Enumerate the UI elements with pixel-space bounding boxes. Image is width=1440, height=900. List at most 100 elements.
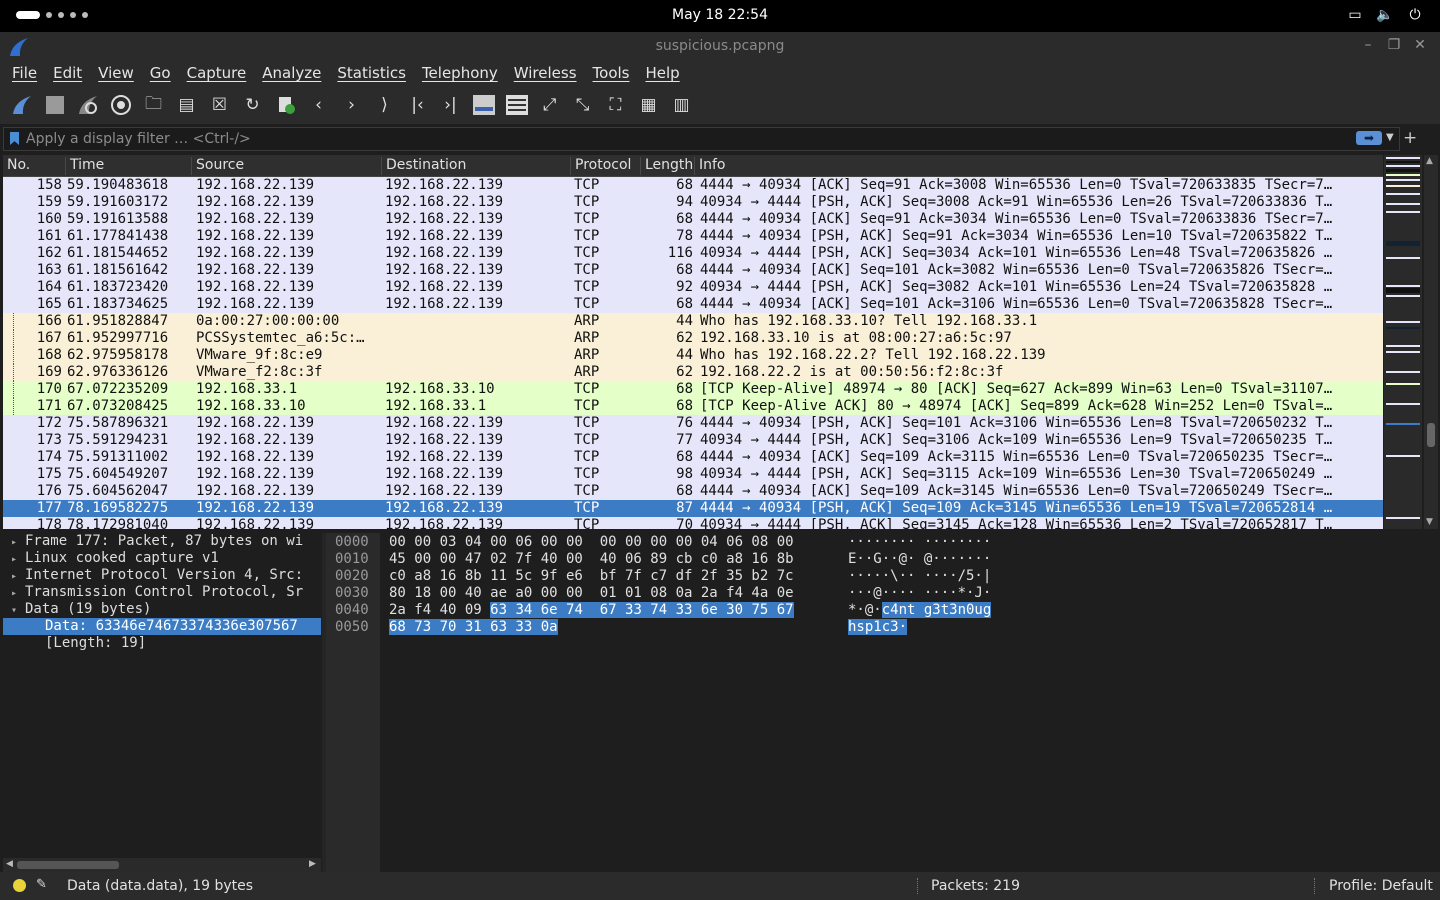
packet-minimap[interactable] bbox=[1384, 155, 1422, 529]
scroll-down-icon[interactable]: ▼ bbox=[1426, 517, 1433, 527]
go-back-icon[interactable]: ‹ bbox=[305, 92, 332, 119]
details-horizontal-scrollbar[interactable]: ◀ ▶ bbox=[3, 858, 321, 872]
go-first-packet-icon[interactable]: |‹ bbox=[404, 92, 431, 119]
expanded-arrow-icon[interactable]: ▾ bbox=[3, 602, 25, 619]
tree-item[interactable]: ▾ Data (19 bytes) bbox=[3, 601, 321, 618]
table-row[interactable]: 164 61.183723420 192.168.22.139 192.168.22.… bbox=[3, 279, 1383, 296]
volume-icon[interactable]: 🔈 bbox=[1376, 6, 1394, 24]
expert-info-icon[interactable] bbox=[13, 879, 26, 892]
table-row[interactable]: 163 61.181561642 192.168.22.139 192.168.22.… bbox=[3, 262, 1383, 279]
tree-item[interactable]: [Length: 19] bbox=[3, 635, 321, 652]
go-last-packet-icon[interactable]: ›| bbox=[437, 92, 464, 119]
ascii-highlighted: hsp1c3· bbox=[848, 619, 908, 635]
table-row[interactable]: 178 78.172981040 192.168.22.139 192.168.22.… bbox=[3, 517, 1383, 529]
scroll-right-icon[interactable]: ▶ bbox=[309, 859, 316, 869]
collapsed-arrow-icon[interactable]: ▸ bbox=[3, 534, 25, 551]
minimize-icon[interactable]: – bbox=[1360, 36, 1376, 54]
screen-share-icon[interactable]: ▭ bbox=[1346, 6, 1364, 24]
restart-capture-icon[interactable] bbox=[74, 92, 101, 119]
normal-size-icon[interactable]: ⛶ bbox=[602, 92, 629, 119]
column-destination[interactable]: Destination bbox=[381, 157, 571, 175]
menu-statistics[interactable]: Statistics bbox=[329, 60, 414, 86]
layout-icon[interactable]: ▥ bbox=[668, 92, 695, 119]
menu-view[interactable]: View bbox=[90, 60, 142, 86]
column-length[interactable]: Length bbox=[640, 157, 697, 175]
filter-dropdown-icon[interactable]: ▼ bbox=[1386, 132, 1394, 143]
bookmark-icon[interactable] bbox=[10, 132, 19, 145]
autoscroll-icon[interactable] bbox=[470, 92, 497, 119]
menu-file[interactable]: File bbox=[4, 60, 45, 86]
table-row[interactable]: 171 67.073208425 192.168.33.10 192.168.33.1… bbox=[3, 398, 1383, 415]
capture-options-icon[interactable] bbox=[107, 92, 134, 119]
tree-item[interactable]: ▸ Transmission Control Protocol, Sr bbox=[3, 584, 321, 601]
close-file-icon[interactable]: ☒ bbox=[206, 92, 233, 119]
tree-item[interactable]: ▸ Internet Protocol Version 4, Src: bbox=[3, 567, 321, 584]
table-row[interactable]: 158 59.190483618 192.168.22.139 192.168.22.… bbox=[3, 177, 1383, 194]
system-tray[interactable]: ▭ 🔈 ⏻ bbox=[1346, 6, 1424, 24]
menu-go[interactable]: Go bbox=[142, 60, 179, 86]
open-file-icon[interactable]: 🗀 bbox=[140, 92, 167, 119]
menu-edit[interactable]: Edit bbox=[45, 60, 90, 86]
table-row[interactable]: 173 75.591294231 192.168.22.139 192.168.22.… bbox=[3, 432, 1383, 449]
table-row[interactable]: 177 78.169582275 192.168.22.139 192.168.22.… bbox=[3, 500, 1383, 517]
close-icon[interactable]: ✕ bbox=[1412, 36, 1428, 54]
maximize-icon[interactable]: ❐ bbox=[1386, 36, 1402, 54]
scrollbar-thumb[interactable] bbox=[17, 861, 119, 869]
packet-protocol: TCP bbox=[574, 296, 600, 312]
menu-wireless[interactable]: Wireless bbox=[506, 60, 585, 86]
go-to-packet-icon[interactable]: ⟩ bbox=[371, 92, 398, 119]
menu-tools[interactable]: Tools bbox=[585, 60, 638, 86]
packet-list-scrollbar[interactable]: ▲ ▼ bbox=[1424, 155, 1438, 529]
find-packet-icon[interactable] bbox=[272, 92, 299, 119]
stop-capture-icon[interactable] bbox=[41, 92, 68, 119]
system-clock[interactable]: May 18 22:54 bbox=[0, 7, 1440, 23]
colorize-icon[interactable] bbox=[503, 92, 530, 119]
menu-help[interactable]: Help bbox=[637, 60, 687, 86]
reload-file-icon[interactable]: ↻ bbox=[239, 92, 266, 119]
table-row[interactable]: 172 75.587896321 192.168.22.139 192.168.22.… bbox=[3, 415, 1383, 432]
table-row[interactable]: 167 61.952997716 PCSSystemtec_a6:5c:… ARP 62… bbox=[3, 330, 1383, 347]
scroll-left-icon[interactable]: ◀ bbox=[6, 859, 13, 869]
table-row[interactable]: 175 75.604549207 192.168.22.139 192.168.22.… bbox=[3, 466, 1383, 483]
table-row[interactable]: 166 61.951828847 0a:00:27:00:00:00 ARP 44 Who… bbox=[3, 313, 1383, 330]
tree-item[interactable]: ▸ Frame 177: Packet, 87 bytes on wi bbox=[3, 533, 321, 550]
table-row[interactable]: 159 59.191603172 192.168.22.139 192.168.22.… bbox=[3, 194, 1383, 211]
scrollbar-thumb[interactable] bbox=[1427, 423, 1435, 447]
tree-item[interactable]: Data: 63346e74673374336e307567 bbox=[3, 618, 321, 635]
add-filter-button-icon[interactable]: + bbox=[1403, 128, 1417, 148]
column-no[interactable]: No. bbox=[3, 157, 65, 175]
table-row[interactable]: 174 75.591311002 192.168.22.139 192.168.22.… bbox=[3, 449, 1383, 466]
table-row[interactable]: 169 62.976336126 VMware_f2:8c:3f ARP 62 192.1… bbox=[3, 364, 1383, 381]
save-file-icon[interactable]: ▤ bbox=[173, 92, 200, 119]
tree-item[interactable]: ▸ Linux cooked capture v1 bbox=[3, 550, 321, 567]
resize-columns-icon[interactable]: ▦ bbox=[635, 92, 662, 119]
column-protocol[interactable]: Protocol bbox=[570, 157, 640, 175]
display-filter-input[interactable] bbox=[26, 130, 1326, 148]
table-row[interactable]: 170 67.072235209 192.168.33.1 192.168.33.10… bbox=[3, 381, 1383, 398]
table-row[interactable]: 160 59.191613588 192.168.22.139 192.168.22.… bbox=[3, 211, 1383, 228]
power-icon[interactable]: ⏻ bbox=[1406, 6, 1424, 24]
menu-analyze[interactable]: Analyze bbox=[254, 60, 329, 86]
table-row[interactable]: 161 61.177841438 192.168.22.139 192.168.22.… bbox=[3, 228, 1383, 245]
table-row[interactable]: 176 75.604562047 192.168.22.139 192.168.22.… bbox=[3, 483, 1383, 500]
table-row[interactable]: 162 61.181544652 192.168.22.139 192.168.22.… bbox=[3, 245, 1383, 262]
column-info[interactable]: Info bbox=[694, 157, 1383, 175]
capture-comment-icon[interactable]: ✎ bbox=[36, 877, 47, 892]
scroll-up-icon[interactable]: ▲ bbox=[1426, 156, 1433, 166]
collapsed-arrow-icon[interactable]: ▸ bbox=[3, 585, 25, 602]
start-capture-icon[interactable] bbox=[8, 92, 35, 119]
zoom-out-icon[interactable]: ⤡ bbox=[569, 92, 596, 119]
menu-capture[interactable]: Capture bbox=[179, 60, 255, 86]
table-row[interactable]: 168 62.975958178 VMware_9f:8c:e9 ARP 44 Who h… bbox=[3, 347, 1383, 364]
collapsed-arrow-icon[interactable]: ▸ bbox=[3, 551, 25, 568]
go-forward-icon[interactable]: › bbox=[338, 92, 365, 119]
table-row[interactable]: 165 61.183734625 192.168.22.139 192.168.22.… bbox=[3, 296, 1383, 313]
zoom-in-icon[interactable]: ⤢ bbox=[536, 92, 563, 119]
column-source[interactable]: Source bbox=[191, 157, 381, 175]
status-profile[interactable]: Profile: Default bbox=[1329, 878, 1433, 894]
menu-telephony[interactable]: Telephony bbox=[414, 60, 506, 86]
apply-filter-arrow-icon[interactable]: ➡ bbox=[1356, 131, 1382, 145]
column-time[interactable]: Time bbox=[65, 157, 191, 175]
packet-source: 192.168.22.139 bbox=[196, 449, 315, 465]
collapsed-arrow-icon[interactable]: ▸ bbox=[3, 568, 25, 585]
